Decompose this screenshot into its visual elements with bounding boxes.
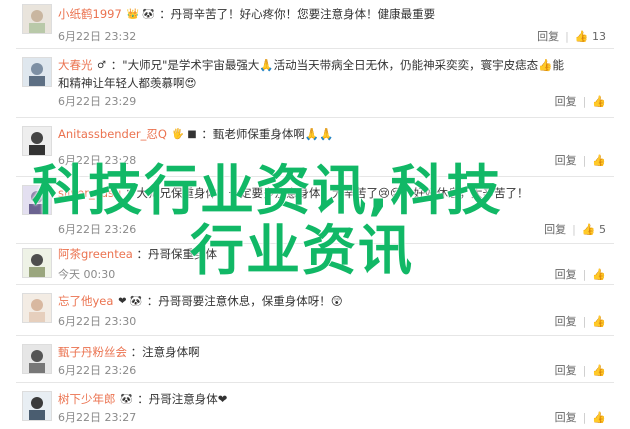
avatar[interactable] bbox=[22, 126, 52, 156]
username-link[interactable]: 阿茶greentea bbox=[58, 247, 133, 261]
comment-item: silver_susu ：大师兄保重身体，一定要多注意身体，大辛苦了😢😢，好好休… bbox=[16, 177, 614, 244]
timestamp: 6月22日 23:32 bbox=[58, 30, 137, 43]
comment-actions: 回复 | 👍 bbox=[555, 362, 606, 378]
comment-text: ：大师兄保重身体，一定要多注意身体，大辛苦了😢😢，好好休息，大辛苦了！ bbox=[124, 186, 529, 200]
comment-item: Anitassbender_忍Q 🖐 ■ ：甄老师保重身体啊🙏🙏 6月22日 2… bbox=[16, 118, 614, 177]
thumbs-up-icon: 👍 bbox=[592, 94, 606, 108]
comment-item: 树下少年郎 🐼 ：丹哥注意身体❤ 6月22日 23:27 回复 | 👍 bbox=[16, 383, 614, 429]
comment-text-line: 树下少年郎 🐼 ：丹哥注意身体❤ bbox=[58, 391, 606, 408]
avatar[interactable] bbox=[22, 185, 52, 215]
avatar[interactable] bbox=[22, 4, 52, 34]
comment-item: 小纸鹤1997 👑 🐼 ：丹哥辛苦了！好心疼你！您要注意身体！健康最重要 6月2… bbox=[16, 0, 614, 49]
comment-actions: 回复 | 👍 13 bbox=[537, 28, 606, 44]
timestamp: 6月22日 23:26 bbox=[58, 364, 137, 377]
like-button[interactable]: 👍 bbox=[592, 95, 606, 108]
divider: | bbox=[582, 267, 587, 281]
thumbs-up-icon: 👍 bbox=[592, 153, 606, 167]
username-link[interactable]: silver_susu bbox=[58, 186, 121, 200]
comment-text-line: 阿茶greentea ：丹哥保重身体 bbox=[58, 246, 606, 262]
comment-text-line-2: 和精神让年轻人都羡慕啊😍 bbox=[58, 76, 197, 90]
comment-item: 阿茶greentea ：丹哥保重身体 今天 00:30 回复 | 👍 bbox=[16, 244, 614, 285]
timestamp: 6月22日 23:27 bbox=[58, 411, 137, 424]
reply-button[interactable]: 回复 bbox=[555, 266, 577, 282]
username-link[interactable]: 小纸鹤1997 bbox=[58, 7, 122, 21]
reply-button[interactable]: 回复 bbox=[555, 409, 577, 425]
comment-item: 甄子丹粉丝会 ：注意身体啊 6月22日 23:26 回复 | 👍 bbox=[16, 336, 614, 383]
user-badge-icons: 👑 🐼 bbox=[126, 8, 155, 20]
comment-text: ：注意身体啊 bbox=[130, 345, 200, 359]
avatar[interactable] bbox=[22, 391, 52, 421]
timestamp: 6月22日 23:26 bbox=[58, 223, 137, 236]
like-count: 13 bbox=[592, 29, 606, 43]
divider: | bbox=[582, 363, 587, 377]
comment-text-line: 大春光 ♂ ："大师兄"是学术宇宙最强大🙏活动当天带病全日无休，仍能神采奕奕，寰… bbox=[58, 57, 606, 74]
username-link[interactable]: 忘了他yea bbox=[58, 294, 113, 308]
comment-text-line: silver_susu ：大师兄保重身体，一定要多注意身体，大辛苦了😢😢，好好休… bbox=[58, 185, 606, 201]
timestamp: 6月22日 23:29 bbox=[58, 95, 137, 108]
user-badge-icons: ❤ 🐼 bbox=[118, 295, 143, 307]
username-link[interactable]: 大春光 bbox=[58, 58, 93, 72]
comment-item: 大春光 ♂ ："大师兄"是学术宇宙最强大🙏活动当天带病全日无休，仍能神采奕奕，寰… bbox=[16, 49, 614, 118]
reply-button[interactable]: 回复 bbox=[555, 313, 577, 329]
thumbs-up-icon: 👍 bbox=[592, 363, 606, 377]
comment-text-line: 甄子丹粉丝会 ：注意身体啊 bbox=[58, 344, 606, 360]
user-badge-icons: 🐼 bbox=[120, 393, 133, 405]
comment-actions: 回复 | 👍 5 bbox=[544, 221, 606, 237]
divider: | bbox=[572, 222, 576, 236]
username-link[interactable]: 甄子丹粉丝会 bbox=[58, 345, 127, 359]
thumbs-up-icon: 👍 bbox=[592, 314, 606, 328]
divider: | bbox=[565, 29, 569, 43]
username-link[interactable]: Anitassbender_忍Q bbox=[58, 127, 167, 141]
like-button[interactable]: 👍 bbox=[592, 315, 606, 328]
thumbs-up-icon: 👍 bbox=[574, 29, 589, 43]
timestamp: 6月22日 23:30 bbox=[58, 315, 137, 328]
comment-actions: 回复 | 👍 bbox=[555, 409, 606, 425]
comment-text: ："大师兄"是学术宇宙最强大🙏活动当天带病全日无休，仍能神采奕奕，寰宇皮痣态👍能 bbox=[110, 58, 564, 72]
comment-text: ：丹哥辛苦了！好心疼你！您要注意身体！健康最重要 bbox=[159, 7, 436, 21]
reply-button[interactable]: 回复 bbox=[537, 28, 559, 44]
like-button[interactable]: 👍 5 bbox=[582, 223, 606, 236]
divider: | bbox=[582, 94, 587, 108]
like-button[interactable]: 👍 13 bbox=[575, 30, 606, 43]
username-link[interactable]: 树下少年郎 bbox=[58, 392, 116, 406]
comment-text-line: 小纸鹤1997 👑 🐼 ：丹哥辛苦了！好心疼你！您要注意身体！健康最重要 bbox=[58, 6, 606, 23]
divider: | bbox=[582, 153, 587, 167]
thumbs-up-icon: 👍 bbox=[581, 222, 596, 236]
like-count: 5 bbox=[599, 222, 606, 236]
thumbs-up-icon: 👍 bbox=[592, 267, 606, 281]
user-badge-icons: ♂ bbox=[97, 59, 107, 71]
comment-actions: 回复 | 👍 bbox=[555, 152, 606, 168]
reply-button[interactable]: 回复 bbox=[555, 362, 577, 378]
timestamp: 今天 00:30 bbox=[58, 268, 116, 281]
comment-text: ：丹哥保重身体 bbox=[136, 247, 218, 261]
avatar[interactable] bbox=[22, 248, 52, 278]
timestamp: 6月22日 23:28 bbox=[58, 154, 137, 167]
comment-text: ：丹哥哥要注意休息，保重身体呀！😲 bbox=[146, 294, 343, 308]
comment-text: ：甄老师保重身体啊🙏🙏 bbox=[201, 127, 334, 141]
avatar[interactable] bbox=[22, 57, 52, 87]
like-button[interactable]: 👍 bbox=[592, 154, 606, 167]
comment-feed: 小纸鹤1997 👑 🐼 ：丹哥辛苦了！好心疼你！您要注意身体！健康最重要 6月2… bbox=[16, 0, 614, 429]
like-button[interactable]: 👍 bbox=[592, 268, 606, 281]
user-badge-icons: 🖐 ■ bbox=[171, 128, 197, 140]
comment-text-line: Anitassbender_忍Q 🖐 ■ ：甄老师保重身体啊🙏🙏 bbox=[58, 126, 606, 143]
comment-actions: 回复 | 👍 bbox=[555, 266, 606, 282]
comment-actions: 回复 | 👍 bbox=[555, 93, 606, 109]
comment-text-line: 忘了他yea ❤ 🐼 ：丹哥哥要注意休息，保重身体呀！😲 bbox=[58, 293, 606, 310]
reply-button[interactable]: 回复 bbox=[555, 93, 577, 109]
comment-item: 忘了他yea ❤ 🐼 ：丹哥哥要注意休息，保重身体呀！😲 6月22日 23:30… bbox=[16, 285, 614, 336]
comment-text: ：丹哥注意身体❤ bbox=[137, 392, 228, 406]
reply-button[interactable]: 回复 bbox=[544, 221, 566, 237]
avatar[interactable] bbox=[22, 293, 52, 323]
comment-actions: 回复 | 👍 bbox=[555, 313, 606, 329]
avatar[interactable] bbox=[22, 344, 52, 374]
divider: | bbox=[582, 314, 587, 328]
reply-button[interactable]: 回复 bbox=[555, 152, 577, 168]
like-button[interactable]: 👍 bbox=[592, 364, 606, 377]
